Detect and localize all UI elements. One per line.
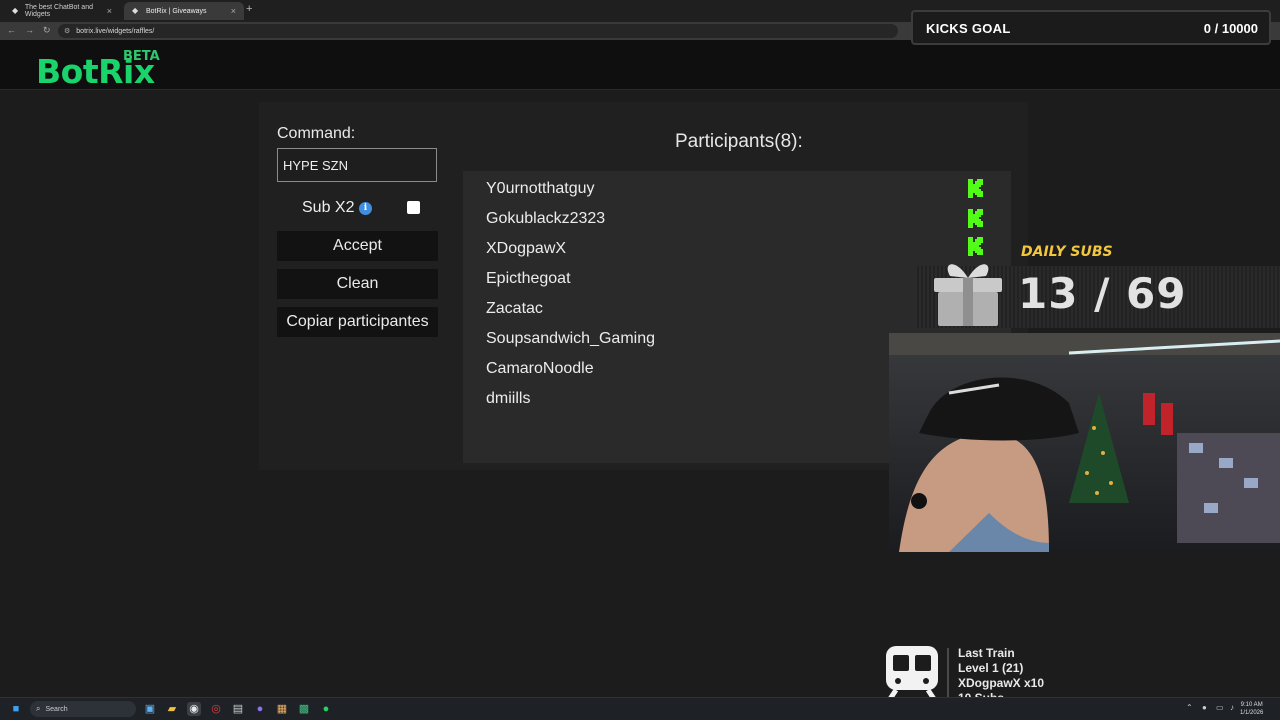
clock-time: 9:10 AM <box>1240 702 1263 708</box>
app-icon[interactable]: ▦ <box>275 702 289 716</box>
sub-x2-label: Sub X2 <box>302 199 355 216</box>
participant-name: CamaroNoodle <box>486 360 594 377</box>
site-settings-icon[interactable]: ⚙ <box>64 27 70 35</box>
info-icon[interactable]: i <box>359 202 372 215</box>
last-train-level: Level 1 (21) <box>958 661 1024 675</box>
participant-name: Soupsandwich_Gaming <box>486 330 655 347</box>
kicks-goal-value: 0 / 10000 <box>1203 21 1258 36</box>
train-icon <box>884 644 940 704</box>
beta-badge: BETA <box>123 49 160 64</box>
daily-subs-count: 13 / 69 <box>1018 269 1187 318</box>
divider <box>947 648 949 704</box>
kicks-goal-label: KICKS GOAL <box>926 21 1011 36</box>
sub-x2-checkbox[interactable] <box>407 201 420 214</box>
tab-label: The best ChatBot and Widgets <box>24 4 93 18</box>
participant-name: Gokublackz2323 <box>486 210 606 227</box>
spotify-icon[interactable]: ● <box>319 702 333 716</box>
daily-subs-label: DAILY SUBS <box>1021 244 1113 260</box>
taskbar-clock[interactable]: 9:10 AM 1/1/2026 <box>1240 701 1263 717</box>
taskbar-search[interactable]: ⌕ Search <box>30 701 136 717</box>
command-input[interactable] <box>277 148 437 182</box>
kick-logo-icon <box>966 178 986 198</box>
widgets-icon[interactable]: ▣ <box>143 702 157 716</box>
last-train-top-user: XDogpawX x10 <box>958 676 1045 690</box>
discord-icon[interactable]: ● <box>253 702 267 716</box>
last-train-title: Last Train <box>958 646 1015 660</box>
chevron-up-icon[interactable]: ⌃ <box>1186 703 1193 712</box>
reload-icon[interactable]: ↻ <box>43 25 51 36</box>
search-icon: ⌕ <box>36 704 41 713</box>
copy-participants-button[interactable]: Copiar participantes <box>277 307 438 337</box>
clean-button[interactable]: Clean <box>277 269 438 299</box>
back-icon[interactable]: ← <box>7 25 16 35</box>
browser-tab-1[interactable]: ◆ The best ChatBot and Widgets × <box>4 2 120 20</box>
url-text: botrix.live/widgets/raffles/ <box>76 27 155 35</box>
windows-start-icon[interactable]: ■ <box>9 702 23 716</box>
tab-label: BotRix | Giveaways <box>146 7 207 15</box>
terminal-icon[interactable]: ▤ <box>231 702 245 716</box>
participant-name: Y0urnotthatguy <box>486 180 595 197</box>
chrome-icon[interactable]: ◉ <box>187 702 201 716</box>
participant-name: Epicthegoat <box>486 270 571 287</box>
clock-date: 1/1/2026 <box>1240 710 1264 716</box>
taskbar: ■ ⌕ Search ▣ ▰ ◉ ◎ ▤ ● ▦ ▩ ● ⌃ ● ▭ ♪ 9:1… <box>0 697 1280 720</box>
participant-name: XDogpawX <box>486 240 567 257</box>
botrix-favicon-icon: ◆ <box>12 6 19 15</box>
webcam-feed <box>889 333 1280 552</box>
gift-icon <box>928 252 1008 328</box>
site-header: BotRix BETA <box>0 40 1280 91</box>
url-field[interactable]: ⚙ botrix.live/widgets/raffles/ <box>58 24 898 38</box>
forward-icon[interactable]: → <box>25 25 34 35</box>
participants-title: Participants(8): <box>675 131 803 152</box>
command-label: Command: <box>277 125 356 142</box>
volume-icon[interactable]: ♪ <box>1230 703 1234 712</box>
kicks-goal-widget: KICKS GOAL 0 / 10000 <box>911 10 1271 45</box>
new-tab-button[interactable]: + <box>246 3 252 15</box>
browser-tab-2[interactable]: ◆ BotRix | Giveaways × <box>124 2 244 20</box>
file-explorer-icon[interactable]: ▰ <box>165 702 179 716</box>
botrix-favicon-icon: ◆ <box>132 6 139 15</box>
accept-button[interactable]: Accept <box>277 231 438 261</box>
microphone-icon[interactable]: ● <box>1202 703 1207 712</box>
close-tab-icon[interactable]: × <box>107 6 112 16</box>
network-icon[interactable]: ▭ <box>1216 703 1224 712</box>
kick-logo-icon <box>966 208 986 228</box>
app-icon[interactable]: ▩ <box>297 702 311 716</box>
close-tab-icon[interactable]: × <box>231 6 236 16</box>
browser-icon[interactable]: ◎ <box>209 702 223 716</box>
participant-name: Zacatac <box>486 300 543 317</box>
participant-name: dmiills <box>486 390 531 407</box>
search-placeholder: Search <box>45 705 68 713</box>
